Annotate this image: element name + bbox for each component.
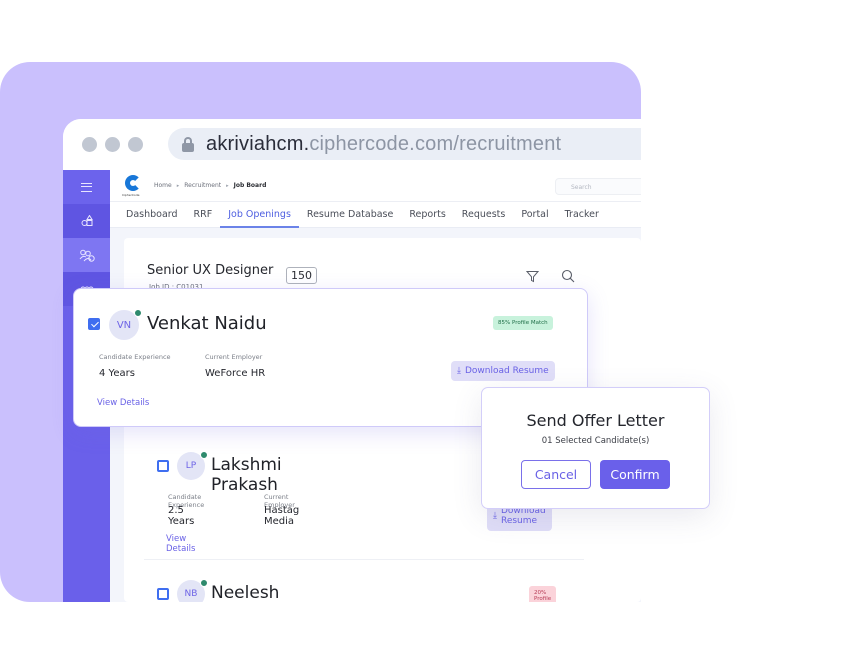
tab-job-openings[interactable]: Job Openings — [220, 202, 299, 228]
avatar-initials: NB — [184, 589, 198, 599]
ciphercode-logo[interactable]: CipherCode — [122, 174, 146, 198]
top-bar: CipherCode Home ▸ Recruitment ▸ Job Boar… — [110, 170, 641, 202]
breadcrumb: Home ▸ Recruitment ▸ Job Board — [154, 182, 266, 189]
download-icon: ⤓ — [457, 366, 461, 376]
logo-mark — [125, 175, 141, 191]
download-label: Download Resume — [500, 506, 546, 526]
row-divider — [144, 559, 584, 560]
tab-reports[interactable]: Reports — [401, 202, 453, 228]
avatar: VN — [109, 309, 142, 340]
confirm-button[interactable]: Confirm — [600, 460, 670, 489]
window-dot-minimize[interactable] — [105, 137, 120, 152]
employer-label: Current Employer — [205, 353, 263, 361]
url-host: akriviahcm. — [206, 132, 310, 155]
url-text: akriviahcm.ciphercode.com/recruitment — [206, 133, 561, 156]
experience-value: 2.5 Years — [168, 505, 195, 527]
tab-resume-database[interactable]: Resume Database — [299, 202, 401, 228]
avatar-initials: LP — [185, 461, 197, 471]
search-input[interactable]: Search — [555, 178, 641, 195]
candidate-name[interactable]: Venkat Naidu — [147, 313, 267, 334]
candidate-checkbox[interactable] — [157, 460, 169, 472]
online-status-icon — [134, 309, 142, 317]
window-dot-maximize[interactable] — [128, 137, 143, 152]
tab-portal[interactable]: Portal — [513, 202, 556, 228]
avatar: NB — [177, 579, 208, 602]
lock-icon — [182, 137, 194, 152]
breadcrumb-separator-icon: ▸ — [226, 182, 229, 189]
profile-match-badge: 20% Profile Match — [529, 586, 557, 602]
send-offer-letter-dialog: Send Offer Letter 01 Selected Candidate(… — [481, 387, 710, 509]
download-label: Download Resume — [464, 366, 549, 376]
download-resume-button[interactable]: ⤓ Download Resume — [451, 361, 555, 381]
sidebar-item-candidates[interactable] — [63, 238, 110, 272]
dialog-subtitle: 01 Selected Candidate(s) — [541, 436, 650, 446]
browser-chrome: akriviahcm.ciphercode.com/recruitment — [63, 119, 641, 170]
breadcrumb-home[interactable]: Home — [154, 182, 172, 189]
candidate-name[interactable]: Neelesh Bakshi — [211, 583, 279, 602]
window-controls — [82, 137, 143, 152]
experience-value: 4 Years — [99, 368, 135, 379]
tab-requests[interactable]: Requests — [454, 202, 514, 228]
shapes-icon — [81, 215, 93, 226]
tab-rrf[interactable]: RRF — [186, 202, 221, 228]
applicant-count-badge: 150 — [286, 267, 317, 284]
cancel-button[interactable]: Cancel — [521, 460, 591, 489]
tab-tracker[interactable]: Tracker — [557, 202, 607, 228]
url-path: ciphercode.com/recruitment — [309, 132, 562, 155]
tab-dashboard[interactable]: Dashboard — [118, 202, 186, 228]
profile-match-badge: 85% Profile Match — [493, 316, 553, 330]
search-icon[interactable] — [561, 269, 575, 283]
view-details-link[interactable]: View Details — [97, 398, 149, 408]
dialog-title: Send Offer Letter — [526, 411, 665, 430]
logo-text: CipherCode — [122, 193, 140, 197]
address-bar[interactable]: akriviahcm.ciphercode.com/recruitment — [168, 128, 641, 160]
candidates-icon — [79, 249, 95, 262]
candidate-checkbox-checked[interactable] — [88, 318, 100, 330]
nav-tabs: Dashboard RRF Job Openings Resume Databa… — [110, 202, 641, 228]
job-title: Senior UX Designer — [147, 263, 274, 278]
avatar-initials: VN — [116, 319, 132, 331]
breadcrumb-recruitment[interactable]: Recruitment — [184, 182, 221, 189]
view-details-link[interactable]: View Details — [166, 534, 195, 554]
download-icon: ⤓ — [493, 511, 497, 521]
online-status-icon — [200, 579, 208, 587]
filter-icon[interactable] — [526, 270, 539, 283]
sidebar-item-shapes[interactable] — [63, 204, 110, 238]
menu-icon — [81, 182, 92, 192]
candidate-name[interactable]: Lakshmi Prakash — [211, 455, 282, 495]
breadcrumb-job-board: Job Board — [233, 182, 267, 189]
employer-value: Hastag Media — [264, 505, 300, 527]
experience-label: Candidate Experience — [99, 353, 171, 361]
window-dot-close[interactable] — [82, 137, 97, 152]
employer-value: WeForce HR — [205, 368, 266, 379]
breadcrumb-separator-icon: ▸ — [176, 182, 180, 189]
online-status-icon — [200, 451, 208, 459]
sidebar-menu-button[interactable] — [63, 170, 110, 204]
avatar: LP — [177, 451, 208, 480]
candidate-checkbox[interactable] — [157, 588, 169, 600]
